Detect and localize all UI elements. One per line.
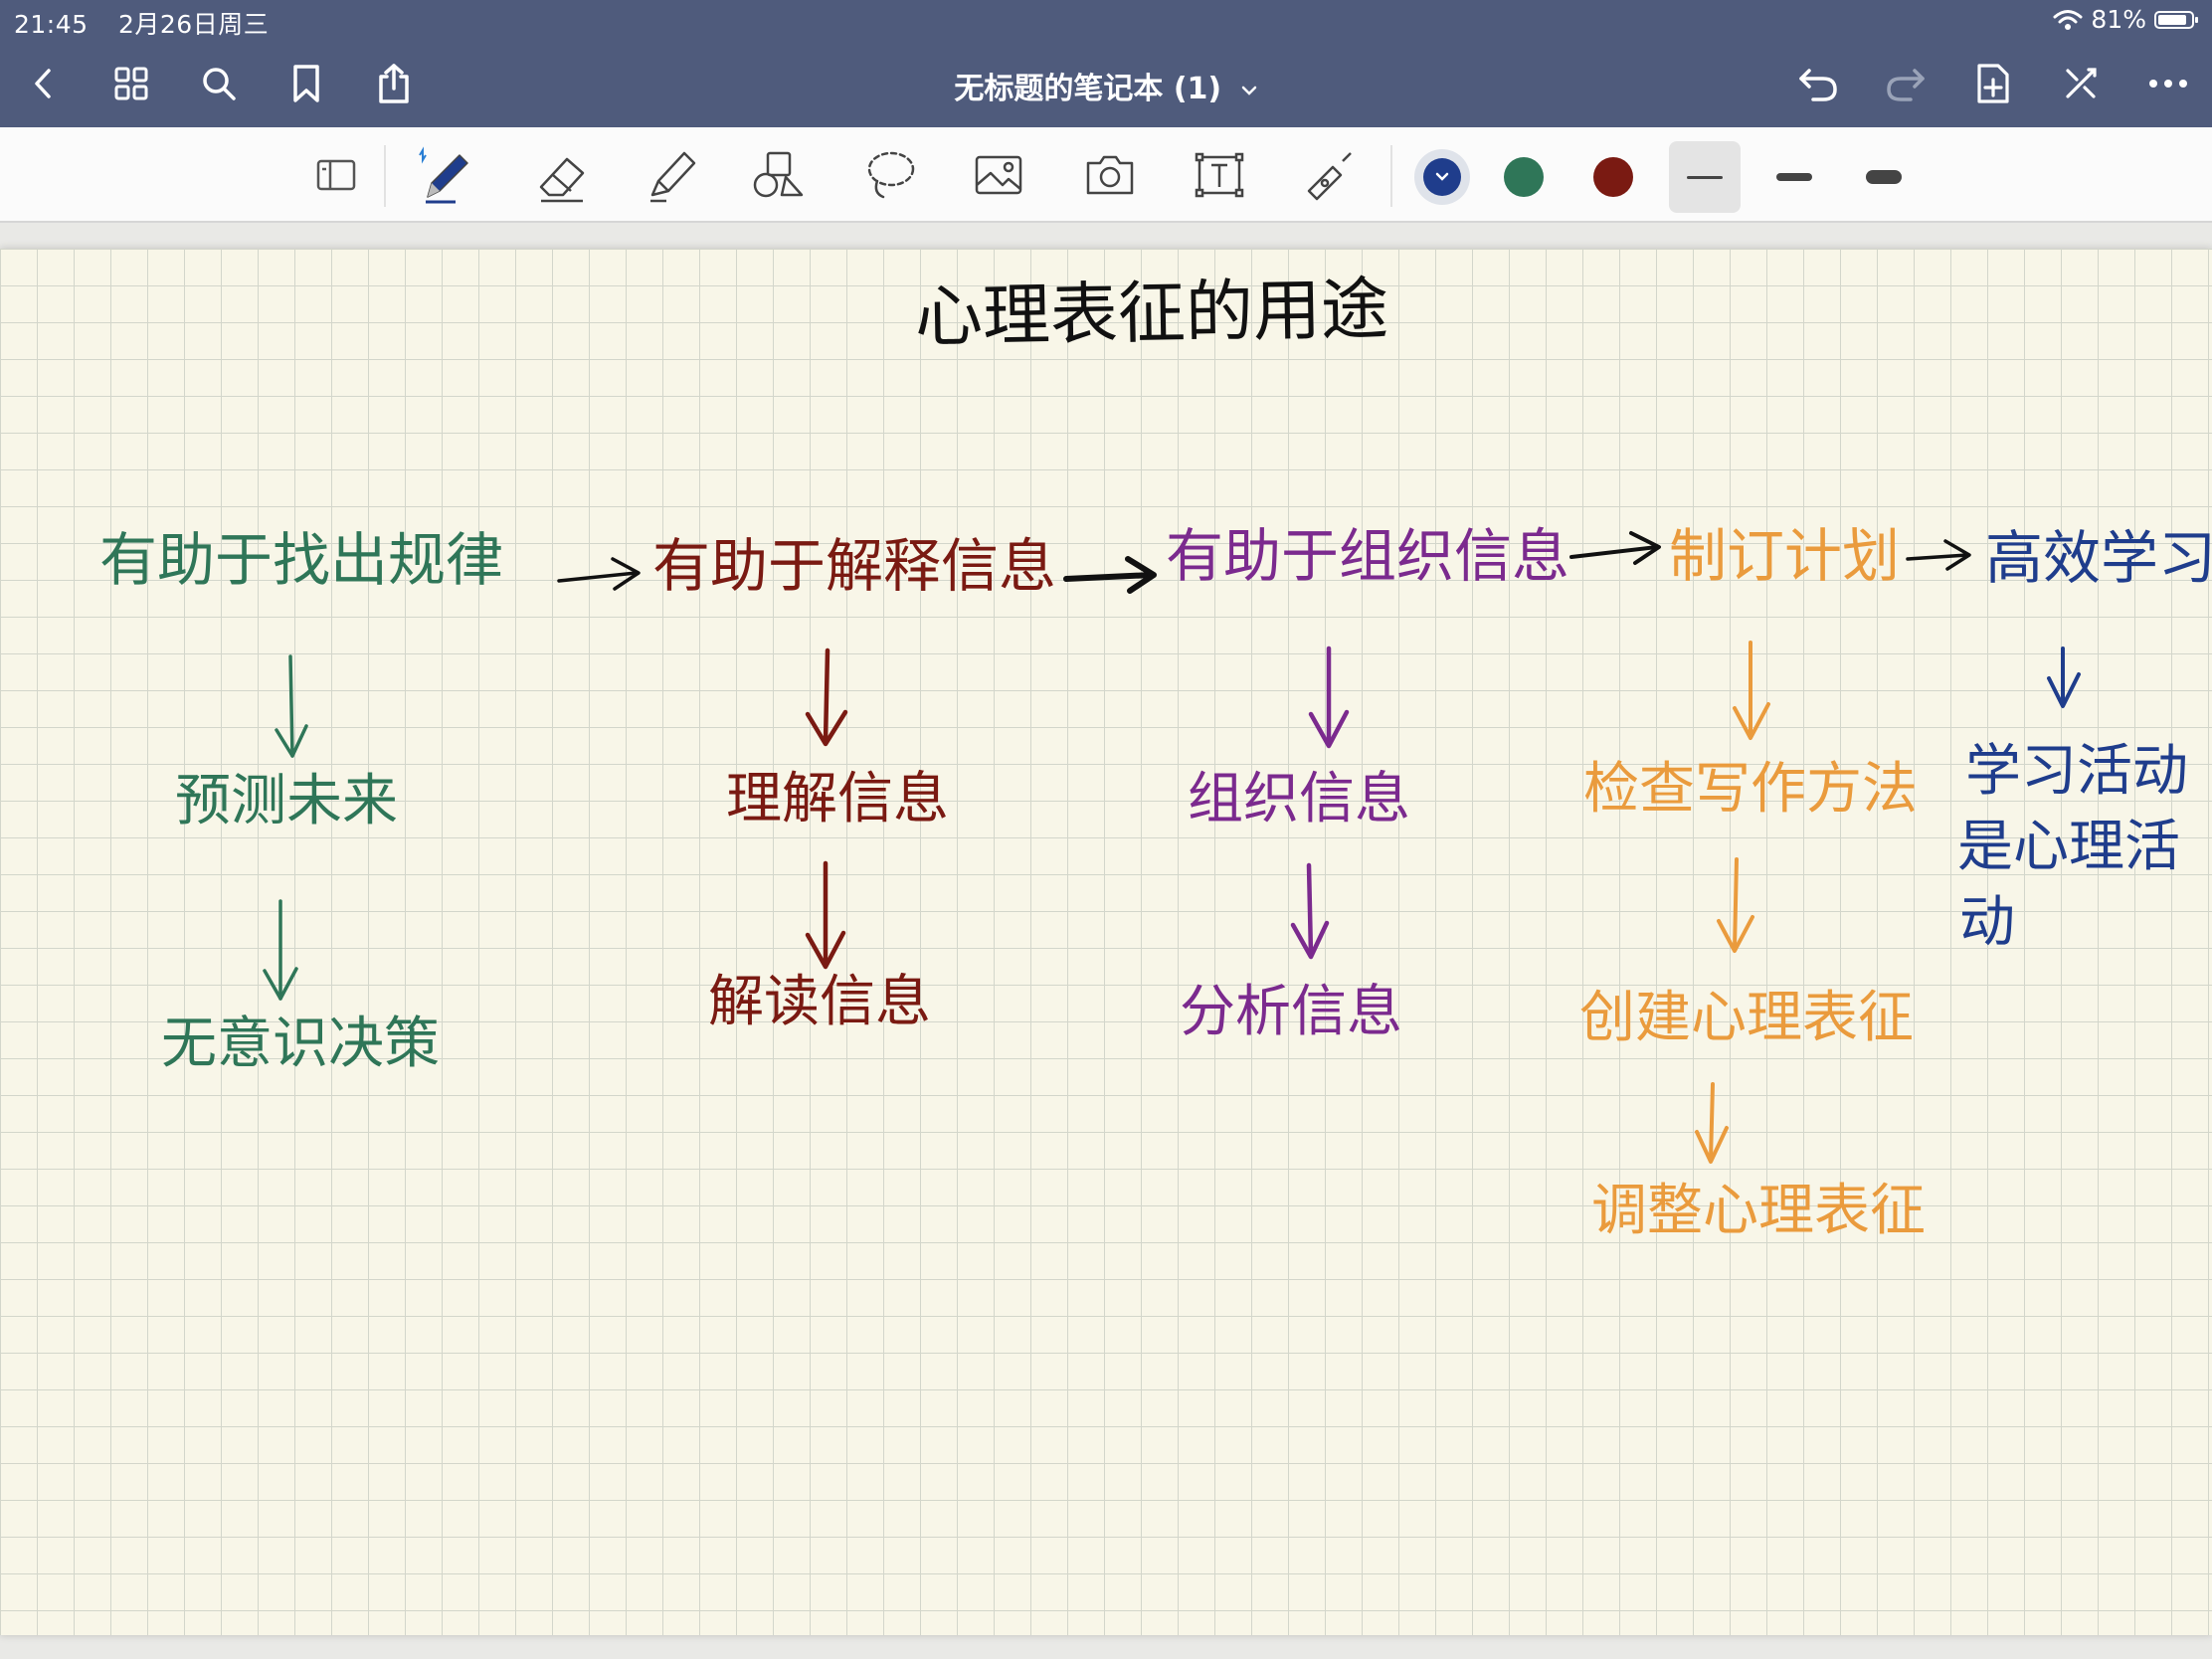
laser-pointer-icon[interactable] (1295, 141, 1363, 209)
arrow-down (1695, 641, 1770, 1164)
chevron-down-icon (1241, 86, 1256, 95)
chevron-down-icon (1435, 172, 1449, 181)
note-title: 心理表征的用途 (914, 270, 1389, 358)
stroke-line-medium (1776, 173, 1812, 181)
color-swatch-navy-dot (1423, 158, 1461, 196)
orange-mid-text: 检查写作方法 (1583, 757, 1918, 822)
highlighter-icon[interactable] (639, 141, 706, 209)
lasso-icon[interactable] (857, 141, 925, 209)
wifi-icon (2053, 9, 2083, 30)
stroke-width-medium[interactable] (1758, 141, 1830, 213)
stroke-width-thick[interactable] (1848, 141, 1920, 213)
color-swatch-maroon[interactable] (1593, 157, 1633, 197)
arrow-right (557, 557, 641, 591)
toolbar-divider (384, 145, 386, 207)
arrow-right (1906, 539, 1971, 571)
note-page[interactable]: 心理表征的用途 有助于找出规律 有助于解释信息 有助于组织信息 制订计划 高效学… (0, 249, 2212, 1635)
purple-top-text: 有助于组织信息 (1166, 522, 1570, 590)
orange-top-text: 制订计划 (1669, 522, 1901, 590)
green-top-text: 有助于找出规律 (99, 526, 504, 594)
status-right: 81% (2053, 5, 2198, 34)
status-bar: 21:45 2月26日周三 81% (0, 0, 2212, 40)
navy-line2-text: 是心理活 (1957, 815, 2180, 879)
status-date: 2月26日周三 (118, 10, 270, 39)
status-left: 21:45 2月26日周三 (14, 5, 290, 41)
image-icon[interactable] (965, 141, 1032, 209)
notebook-title-text: 无标题的笔记本 (1) (954, 72, 1222, 106)
maroon-top-text: 有助于解释信息 (652, 532, 1057, 600)
redo-icon[interactable] (1878, 56, 1934, 111)
maroon-bottom-text: 解读信息 (708, 970, 931, 1034)
navy-line1-text: 学习活动 (1965, 739, 2188, 804)
arrow-down (2047, 646, 2081, 708)
text-box-icon[interactable] (1186, 141, 1253, 209)
battery-icon (2154, 10, 2198, 29)
toolbar-divider (1390, 145, 1392, 207)
nav-bar: 无标题的笔记本 (1) (0, 40, 2212, 127)
purple-bottom-text: 分析信息 (1180, 980, 1402, 1044)
green-bottom-text: 无意识决策 (161, 1012, 440, 1076)
shapes-icon[interactable] (746, 141, 814, 209)
battery-percent: 81% (2091, 5, 2146, 34)
arrow-right (1063, 556, 1157, 594)
color-swatch-green[interactable] (1504, 157, 1544, 197)
status-time: 21:45 (14, 10, 89, 39)
orange-bottom-text: 创建心理表征 (1579, 986, 1914, 1050)
green-mid-text: 预测未来 (175, 769, 398, 833)
stroke-line-thin (1687, 175, 1723, 179)
undo-icon[interactable] (1790, 56, 1846, 111)
stroke-width-thin[interactable] (1669, 141, 1741, 213)
maroon-mid-text: 理解信息 (726, 767, 949, 831)
camera-icon[interactable] (1076, 141, 1144, 209)
navy-line3-text: 动 (1959, 890, 2015, 955)
arrow-right (1569, 531, 1661, 565)
navy-top-text: 高效学习 (1985, 524, 2212, 592)
color-swatch-navy[interactable] (1414, 149, 1470, 205)
more-icon[interactable] (2140, 56, 2196, 111)
eraser-icon[interactable] (529, 141, 597, 209)
flow-arrows (263, 531, 2081, 1164)
read-mode-icon[interactable] (302, 141, 370, 209)
pen-icon[interactable] (412, 141, 479, 209)
drawing-toolbar (0, 127, 2212, 223)
add-page-icon[interactable] (1965, 56, 2021, 111)
close-cross-icon[interactable] (2053, 56, 2109, 111)
stroke-line-thick (1866, 170, 1902, 184)
orange-last-text: 调整心理表征 (1591, 1179, 1926, 1243)
purple-mid-text: 组织信息 (1188, 767, 1410, 831)
